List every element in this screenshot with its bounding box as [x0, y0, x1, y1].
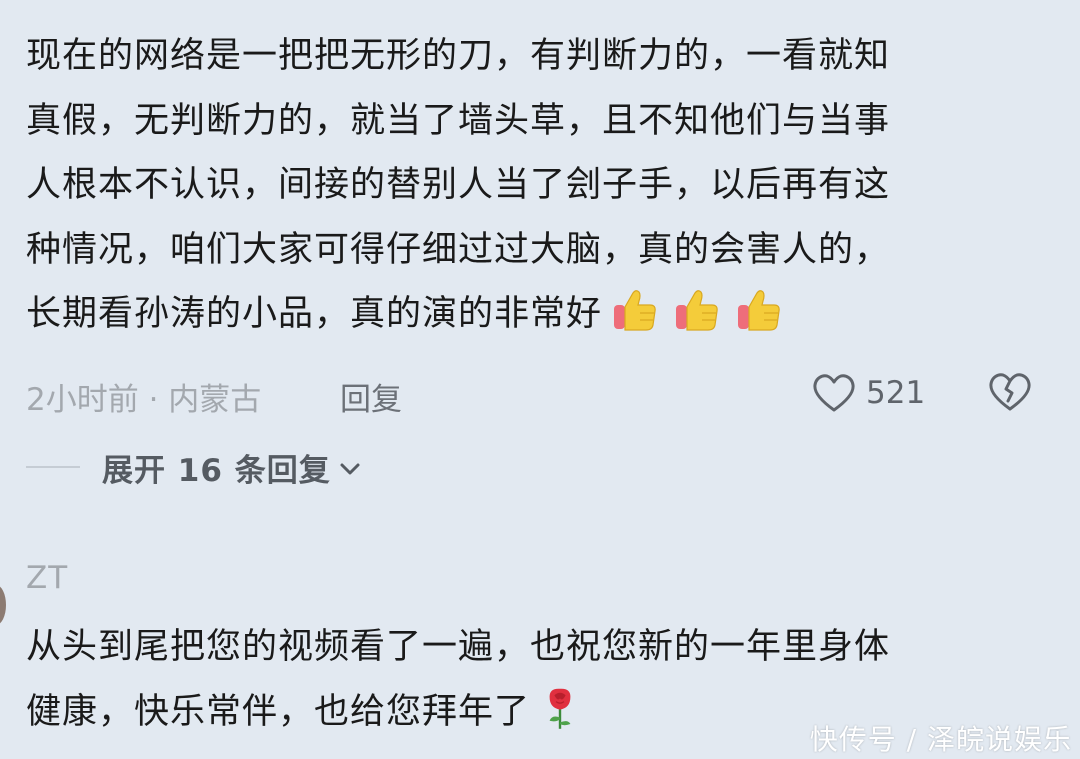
chevron-down-icon [340, 463, 360, 475]
thumbs-up-icon [676, 290, 718, 331]
heart-icon [813, 374, 855, 412]
thumbs-up-icon [738, 290, 780, 331]
comment-1-line: 长期看孙涛的小品，真的演的非常好 [26, 294, 603, 334]
comment-1-line: 现在的网络是一把把无形的刀，有判断力的，一看就知 [26, 36, 891, 76]
thumbs-up-icon [614, 290, 656, 331]
expand-replies[interactable]: 展开 16 条回复 [26, 443, 526, 491]
comment-1-line: 人根本不认识，间接的替别人当了刽子手，以后再有这 [26, 165, 891, 205]
like-count: 521 [866, 375, 926, 411]
dislike-button[interactable] [988, 370, 1032, 422]
broken-heart-icon [989, 373, 1031, 411]
comment-username[interactable]: ZT [26, 560, 68, 596]
comment-1-text: 现在的网络是一把把无形的刀，有判断力的，一看就知 真假，无判断力的，就当了墙头草… [26, 24, 1026, 347]
divider [26, 466, 80, 468]
comment-1-line: 种情况，咱们大家可得仔细过过大脑，真的会害人的， [26, 229, 891, 270]
avatar[interactable] [0, 585, 6, 625]
comment-1-line: 真假，无判断力的，就当了墙头草，且不知他们与当事 [26, 100, 891, 141]
comment-2-line: 健康，快乐常伴，也给您拜年了 [26, 691, 531, 732]
watermark: 快传号 / 泽皖说娱乐 [809, 723, 1072, 756]
comment-2-line: 从头到尾把您的视频看了一遍，也祝您新的一年里身体 [26, 627, 891, 667]
like-button[interactable]: 521 [812, 370, 925, 416]
comment-1-last-line: 长期看孙涛的小品，真的演的非常好 [26, 282, 1026, 347]
comment-time-location: 2小时前 · 内蒙古 [26, 382, 262, 418]
reply-button[interactable]: 回复 [340, 374, 402, 419]
comment-1-meta: 2小时前 · 内蒙古 回复 521 [26, 368, 1056, 418]
rose-icon [549, 688, 571, 729]
expand-replies-label[interactable]: 展开 16 条回复 [102, 445, 331, 490]
